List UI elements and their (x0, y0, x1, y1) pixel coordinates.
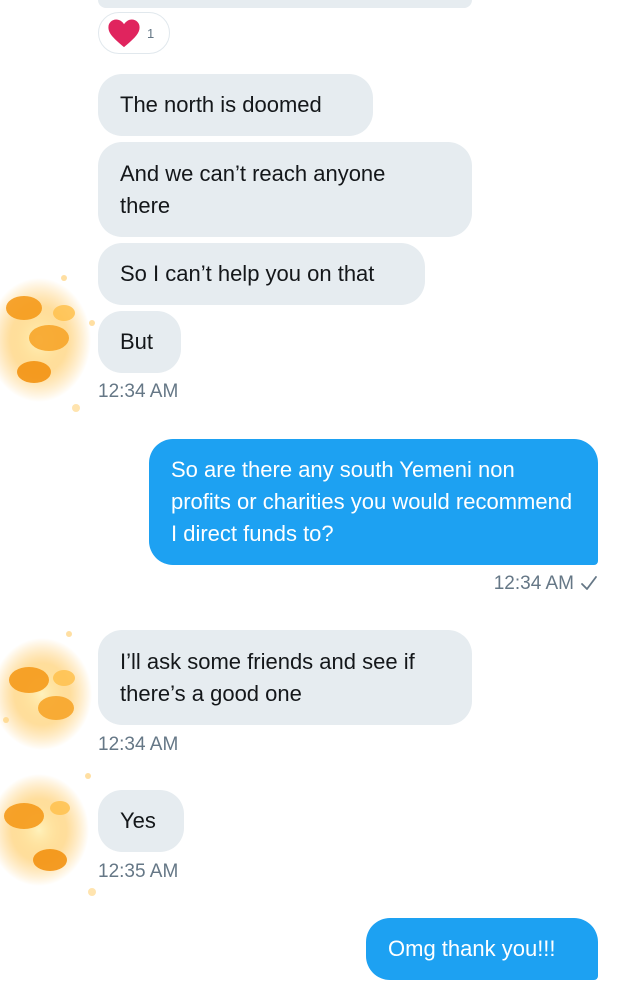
message-bubble-incoming[interactable]: So I can’t help you on that (98, 243, 425, 305)
checkmark-icon (581, 576, 597, 590)
message-text: Yes (120, 808, 156, 833)
message-text: Omg thank you!!! (388, 936, 556, 961)
goldfish-avatar-icon (0, 631, 92, 750)
message-timestamp: 12:34 AM (98, 381, 179, 402)
message-bubble-outgoing[interactable]: Omg thank you!!! (366, 918, 598, 980)
message-text: So I can’t help you on that (120, 261, 375, 286)
previous-message-bubble (98, 0, 472, 8)
reaction-pill[interactable]: 1 (98, 12, 170, 54)
message-text: The north is doomed (120, 92, 322, 117)
message-timestamp: 12:35 AM (98, 861, 179, 882)
message-text: And we can’t reach anyone there (120, 160, 386, 218)
message-text: I’ll ask some friends and see if there’s… (120, 648, 415, 706)
message-text: So are there any south Yemeni non profit… (171, 457, 573, 546)
goldfish-avatar-icon (0, 275, 95, 412)
message-bubble-incoming[interactable]: And we can’t reach anyone there (98, 142, 472, 237)
message-timestamp: 12:34 AM (494, 572, 598, 596)
message-text: But (120, 329, 154, 354)
message-bubble-incoming[interactable]: I’ll ask some friends and see if there’s… (98, 630, 472, 725)
message-bubble-outgoing[interactable]: So are there any south Yemeni non profit… (149, 439, 598, 565)
message-timestamp: 12:34 AM (98, 734, 179, 755)
message-bubble-incoming[interactable]: But (98, 311, 181, 373)
message-bubble-incoming[interactable]: The north is doomed (98, 74, 373, 136)
message-bubble-incoming[interactable]: Yes (98, 790, 184, 852)
reaction-count: 1 (147, 25, 155, 41)
goldfish-avatar-icon (0, 773, 96, 896)
heart-icon (108, 19, 140, 48)
